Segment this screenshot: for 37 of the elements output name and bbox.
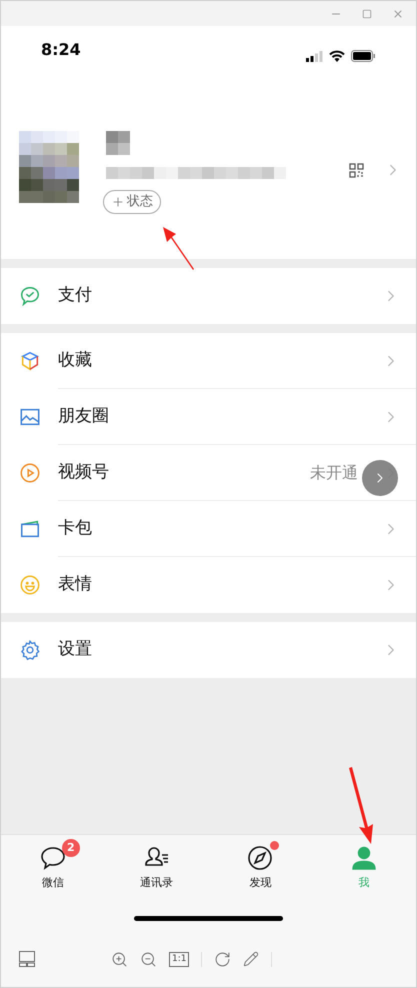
tab-label: 我 (358, 875, 370, 891)
status-button[interactable]: 状态 (103, 190, 161, 214)
rotate-icon[interactable] (214, 950, 232, 968)
pencil-icon[interactable] (243, 951, 260, 967)
tab[interactable]: 通讯录 (104, 837, 208, 892)
signal-icon (306, 50, 323, 62)
zoom-in-icon[interactable] (111, 950, 128, 968)
qr-code-icon[interactable] (349, 162, 364, 178)
close-icon[interactable] (392, 8, 404, 20)
smiley-icon (19, 574, 41, 596)
wallet-icon (19, 518, 41, 540)
wifi-icon (329, 50, 345, 62)
person-icon (351, 845, 378, 871)
tab-label: 发现 (249, 875, 272, 891)
thumbnails-icon[interactable] (19, 951, 35, 967)
battery-icon (351, 50, 376, 62)
chat-bubble-icon (40, 845, 66, 871)
unread-badge: 2 (62, 839, 80, 857)
chat-check-icon (19, 285, 41, 307)
menu-item-label[interactable]: 视频号 (58, 460, 310, 486)
play-circle-icon (19, 462, 41, 484)
tab[interactable]: 发现 (208, 837, 312, 892)
tab[interactable]: 2 微信 (1, 837, 105, 892)
annotation-arrow-icon (347, 767, 375, 845)
menu-item-value: 未开通 (310, 462, 358, 484)
annotation-arrow-icon (161, 226, 195, 272)
cube-icon (19, 350, 41, 372)
image-icon (19, 406, 41, 428)
maximize-icon[interactable] (362, 8, 372, 18)
tab-label: 通讯录 (140, 875, 174, 891)
actual-size-button[interactable]: 1:1 (169, 952, 190, 966)
plus-icon (111, 195, 125, 209)
tab-label: 微信 (42, 875, 64, 891)
zoom-out-icon[interactable] (140, 950, 157, 968)
compass-icon (247, 845, 274, 871)
status-time: 8:24 (41, 39, 81, 61)
settings-icon (19, 639, 41, 661)
